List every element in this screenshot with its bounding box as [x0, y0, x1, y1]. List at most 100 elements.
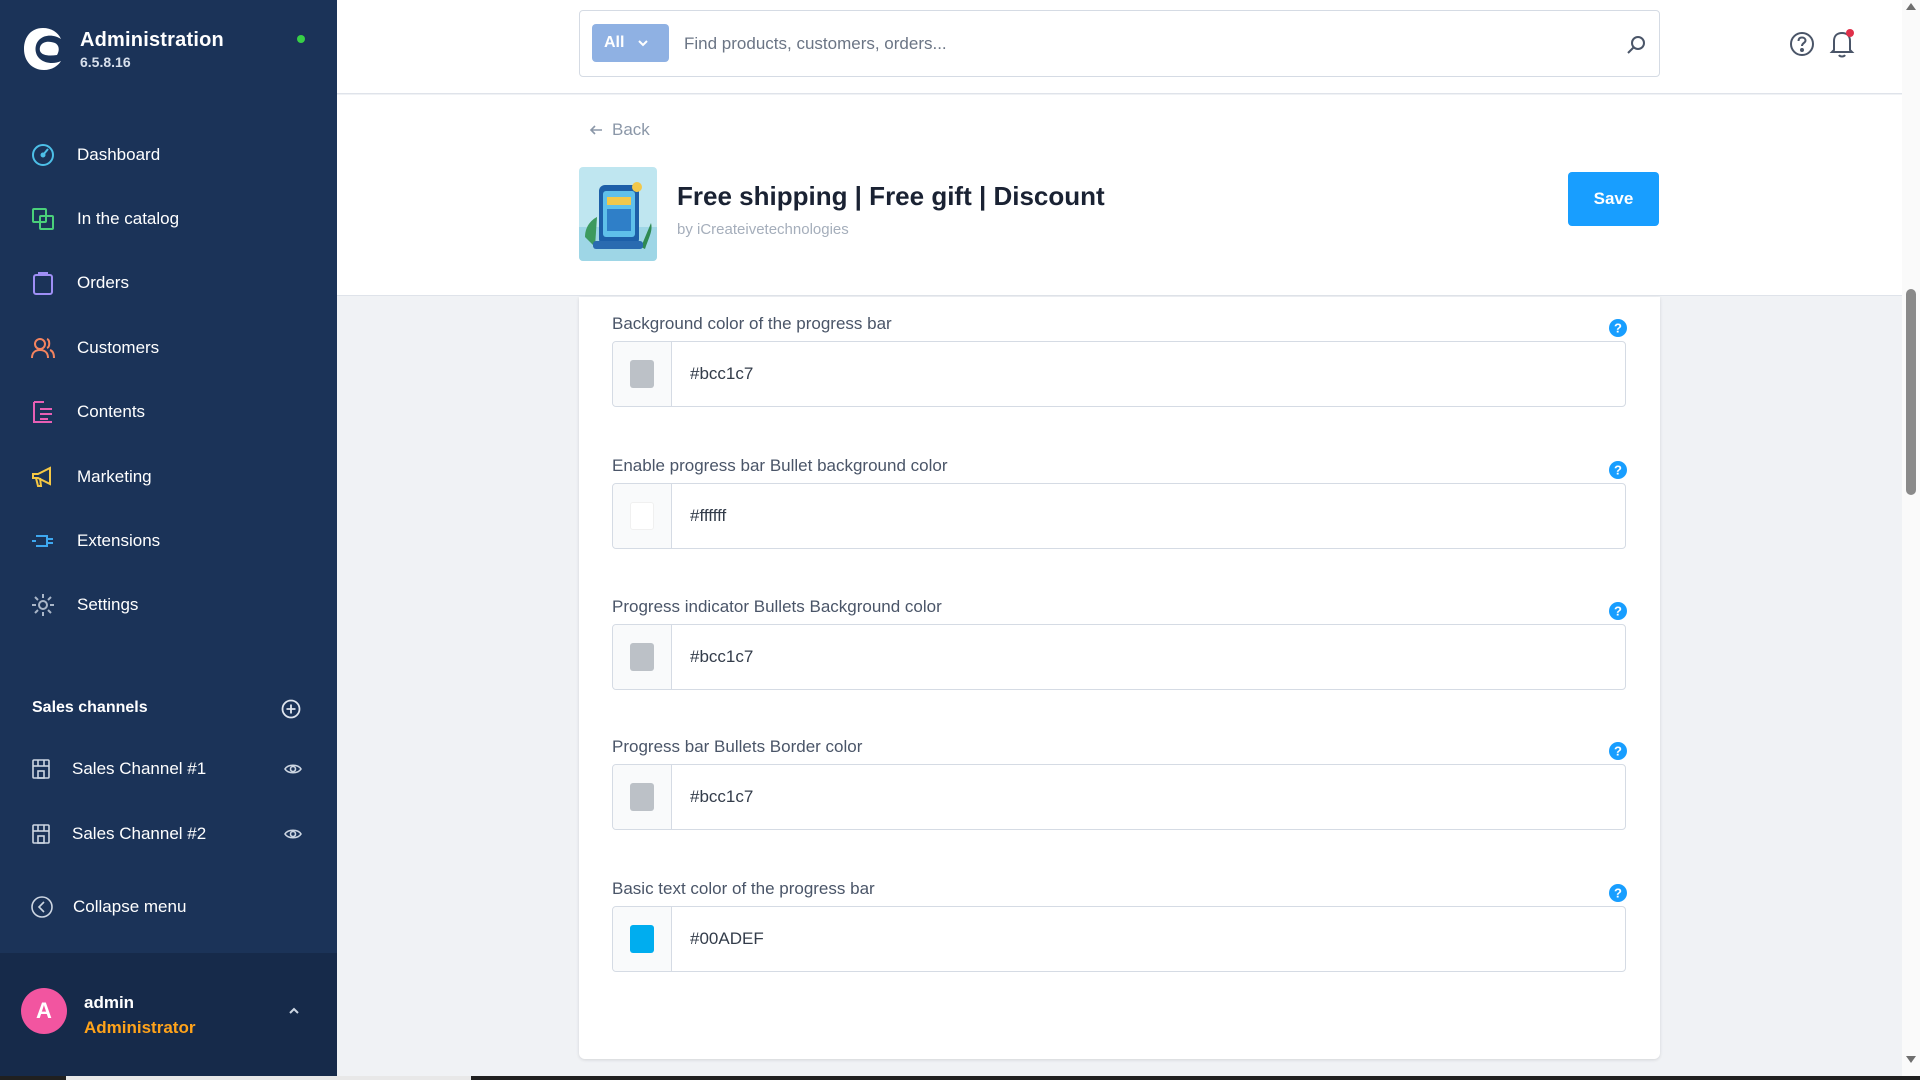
color-swatch-button[interactable] — [613, 765, 672, 829]
svg-text:?: ? — [1614, 744, 1622, 759]
svg-text:?: ? — [1614, 321, 1622, 336]
eye-icon[interactable] — [283, 824, 303, 844]
arrow-left-icon — [589, 125, 602, 135]
sidebar-item-catalog[interactable]: In the catalog — [30, 204, 179, 234]
extensions-icon — [32, 535, 53, 547]
back-label: Back — [612, 120, 650, 139]
sidebar: Administration 6.5.8.16 Dashboard In the… — [0, 0, 337, 1076]
sidebar-item-label: Extensions — [77, 531, 161, 550]
page-scrollbar[interactable] — [1902, 0, 1920, 1076]
help-icon[interactable] — [1786, 28, 1818, 60]
marketing-icon — [32, 466, 51, 487]
field-label: Progress indicator Bullets Background co… — [612, 597, 942, 616]
help-icon[interactable]: ? — [1608, 883, 1628, 903]
sidebar-item-customers[interactable]: Customers — [30, 333, 159, 363]
scroll-up-arrow-icon[interactable] — [1906, 2, 1916, 10]
field-label: Progress bar Bullets Border color — [612, 737, 863, 756]
contents-icon — [33, 401, 52, 423]
sidebar-item-settings[interactable]: Settings — [30, 590, 138, 620]
app-title: Administration — [80, 28, 224, 51]
sales-channel-label: Sales Channel #2 — [72, 824, 207, 843]
dashboard-icon — [32, 144, 54, 166]
scrollbar-thumb[interactable] — [1906, 289, 1916, 495]
sidebar-item-label: Orders — [77, 273, 129, 292]
global-search: All — [579, 10, 1660, 77]
plugin-header: Back Free shipping | Free gift | Discoun… — [337, 95, 1902, 296]
storefront-icon — [32, 824, 50, 844]
search-input[interactable] — [684, 27, 1584, 61]
plugin-title: Free shipping | Free gift | Discount — [677, 181, 1105, 211]
settings-card: Background color of the progress bar ? E… — [579, 297, 1660, 1059]
avatar: A — [21, 988, 67, 1034]
add-sales-channel-icon[interactable] — [281, 699, 301, 719]
color-swatch — [630, 643, 654, 671]
color-value-input[interactable] — [690, 506, 1590, 526]
help-icon[interactable]: ? — [1608, 318, 1628, 338]
brand[interactable]: Administration 6.5.8.16 — [22, 26, 224, 72]
sidebar-item-marketing[interactable]: Marketing — [30, 462, 152, 492]
color-swatch — [630, 360, 654, 388]
save-button[interactable]: Save — [1568, 172, 1659, 226]
collapse-menu-label: Collapse menu — [73, 897, 187, 916]
customers-icon — [31, 338, 55, 359]
chevron-up-icon[interactable] — [286, 1003, 302, 1019]
help-icon[interactable]: ? — [1608, 460, 1628, 480]
user-menu[interactable]: A admin Administrator — [0, 953, 337, 1076]
color-value-input[interactable] — [690, 787, 1590, 807]
sales-channel-item-2[interactable]: Sales Channel #2 — [30, 820, 310, 848]
color-value-input[interactable] — [690, 929, 1590, 949]
color-picker-input[interactable] — [612, 764, 1626, 830]
svg-text:?: ? — [1614, 604, 1622, 619]
color-swatch-button[interactable] — [613, 342, 672, 406]
svg-text:?: ? — [1614, 463, 1622, 478]
sidebar-item-dashboard[interactable]: Dashboard — [30, 140, 160, 170]
help-icon[interactable]: ? — [1608, 741, 1628, 761]
color-swatch-button[interactable] — [613, 484, 672, 548]
scroll-down-arrow-icon[interactable] — [1906, 1056, 1916, 1064]
storefront-icon — [32, 759, 50, 779]
field-label: Basic text color of the progress bar — [612, 879, 875, 898]
field-label: Background color of the progress bar — [612, 314, 892, 333]
sidebar-item-label: In the catalog — [77, 209, 180, 228]
sidebar-item-extensions[interactable]: Extensions — [30, 526, 160, 556]
catalog-icon — [32, 208, 54, 230]
sidebar-item-contents[interactable]: Contents — [30, 397, 145, 427]
shopware-logo-icon — [24, 28, 61, 70]
user-role: Administrator — [84, 1018, 196, 1037]
color-value-input[interactable] — [690, 364, 1590, 384]
field-label: Enable progress bar Bullet background co… — [612, 456, 948, 475]
collapse-menu-button[interactable]: Collapse menu — [30, 895, 186, 919]
eye-icon[interactable] — [283, 759, 303, 779]
horizontal-scrollbar-thumb[interactable] — [66, 1076, 471, 1080]
color-picker-input[interactable] — [612, 906, 1626, 972]
help-icon[interactable]: ? — [1608, 601, 1628, 621]
user-name: admin — [84, 993, 135, 1012]
color-picker-input[interactable] — [612, 483, 1626, 549]
search-scope-dropdown[interactable]: All — [592, 24, 669, 62]
color-swatch — [630, 925, 654, 953]
color-swatch — [630, 502, 654, 530]
settings-icon — [32, 594, 54, 616]
search-icon[interactable] — [1624, 33, 1648, 57]
color-swatch-button[interactable] — [613, 907, 672, 971]
sales-channels-title: Sales channels — [32, 699, 148, 716]
top-bar: All — [337, 0, 1902, 94]
color-picker-input[interactable] — [612, 341, 1626, 407]
svg-text:?: ? — [1614, 886, 1622, 901]
online-status-indicator — [297, 35, 305, 43]
plugin-thumbnail-icon — [579, 167, 657, 261]
color-value-input[interactable] — [690, 647, 1590, 667]
chevron-down-icon — [638, 40, 649, 47]
notification-bell-icon[interactable] — [1826, 26, 1858, 60]
orders-icon — [33, 272, 53, 295]
sales-channel-item-1[interactable]: Sales Channel #1 — [30, 755, 310, 783]
plugin-author: by iCreateivetechnologies — [677, 221, 849, 238]
horizontal-scrollbar[interactable] — [0, 1076, 1920, 1080]
sidebar-item-label: Settings — [77, 595, 139, 614]
color-picker-input[interactable] — [612, 624, 1626, 690]
color-swatch-button[interactable] — [613, 625, 672, 689]
sidebar-item-label: Customers — [77, 338, 160, 357]
collapse-icon — [31, 896, 53, 918]
sidebar-item-orders[interactable]: Orders — [30, 268, 129, 298]
back-link[interactable]: Back — [588, 120, 650, 140]
